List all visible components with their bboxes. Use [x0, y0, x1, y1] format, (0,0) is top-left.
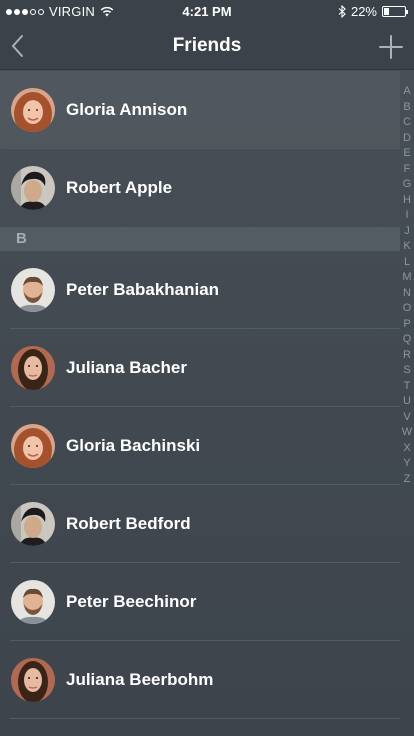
friends-list[interactable]: Gloria Annison Robert Apple B Peter Babakha…	[0, 71, 414, 736]
avatar	[11, 502, 55, 546]
status-right: 22%	[338, 4, 408, 19]
index-letter[interactable]: N	[403, 286, 411, 302]
index-letter[interactable]: C	[403, 115, 411, 131]
index-letter[interactable]: G	[403, 177, 412, 193]
index-letter[interactable]: J	[404, 224, 410, 240]
index-letter[interactable]: Q	[403, 332, 412, 348]
index-letter[interactable]: O	[403, 301, 412, 317]
index-letter[interactable]: V	[403, 410, 410, 426]
list-item[interactable]: Robert Bedford	[0, 485, 400, 563]
page-title: Friends	[172, 35, 242, 56]
section-header: B	[0, 227, 400, 251]
avatar	[11, 346, 55, 390]
friend-name: Juliana Bacher	[66, 358, 187, 377]
friend-name: Robert Bedford	[66, 514, 191, 533]
friends-screen: VIRGIN 4:21 PM 22% Friends Gloria Anniso…	[0, 0, 414, 736]
battery-percent: 22%	[350, 4, 377, 19]
row-divider	[10, 718, 400, 719]
friend-name: Peter Babakhanian	[66, 280, 220, 299]
navigation-bar: Friends	[0, 22, 414, 70]
index-letter[interactable]: X	[403, 441, 410, 457]
index-letter[interactable]: D	[403, 131, 411, 147]
battery-fill	[384, 8, 389, 15]
avatar	[11, 166, 55, 210]
index-letter[interactable]: R	[403, 348, 411, 364]
index-letter[interactable]: Y	[403, 456, 410, 472]
friend-name: Peter Beechinor	[66, 592, 197, 611]
add-friend-button[interactable]	[378, 34, 404, 60]
index-letter[interactable]: F	[404, 162, 411, 178]
index-letter[interactable]: Z	[404, 472, 411, 488]
list-item[interactable]: Peter Babakhanian	[0, 251, 400, 329]
friend-name: Robert Apple	[66, 178, 173, 197]
status-bar: VIRGIN 4:21 PM 22%	[0, 0, 414, 22]
index-letter[interactable]: M	[402, 270, 411, 286]
list-item[interactable]: Robert Apple	[0, 149, 400, 227]
avatar	[11, 580, 55, 624]
friend-name: Gloria Bachinski	[66, 436, 201, 455]
index-letter[interactable]: S	[403, 363, 410, 379]
avatar	[11, 658, 55, 702]
index-letter[interactable]: T	[404, 379, 411, 395]
index-letter[interactable]: I	[405, 208, 408, 224]
index-letter[interactable]: A	[403, 84, 410, 100]
list-item[interactable]: Juliana Bacher	[0, 329, 400, 407]
bluetooth-icon	[338, 5, 346, 18]
plus-icon	[379, 35, 403, 59]
avatar	[11, 88, 55, 132]
list-item[interactable]: Gloria Annison	[0, 71, 400, 149]
list-item[interactable]: Gloria Bachinski	[0, 407, 400, 485]
index-letter[interactable]: W	[402, 425, 412, 441]
friend-name: Juliana Beerbohm	[66, 670, 214, 689]
battery-icon	[382, 6, 408, 17]
index-letter[interactable]: L	[404, 255, 410, 271]
avatar	[11, 424, 55, 468]
index-letter[interactable]: U	[403, 394, 411, 410]
list-item[interactable]: Peter Beechinor	[0, 563, 400, 641]
index-letter[interactable]: H	[403, 193, 411, 209]
avatar	[11, 268, 55, 312]
list-item[interactable]: Juliana Beerbohm	[0, 641, 400, 719]
index-letter[interactable]: E	[403, 146, 410, 162]
index-letter[interactable]: B	[403, 100, 410, 116]
friend-name: Gloria Annison	[66, 100, 188, 119]
alphabet-index[interactable]: ABCDEFGHIJKLMNOPQRSTUVWXYZ	[400, 84, 414, 487]
index-letter[interactable]: P	[403, 317, 410, 333]
index-letter[interactable]: K	[403, 239, 410, 255]
